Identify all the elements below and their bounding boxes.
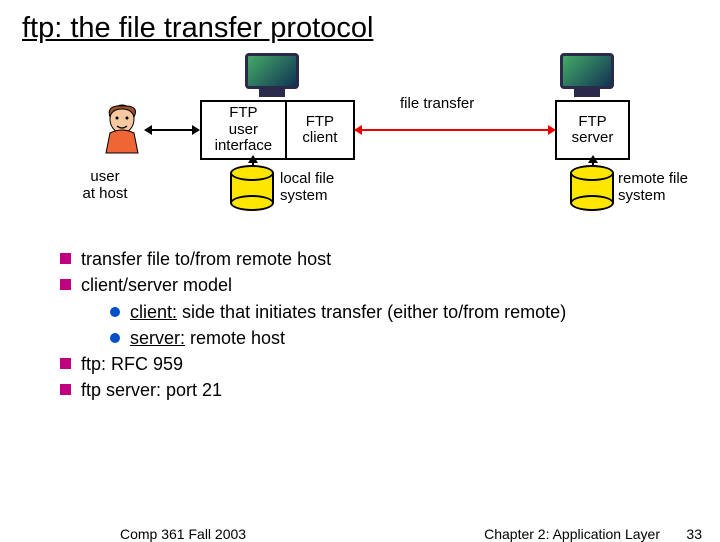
bullet-item: transfer file to/from remote host: [60, 247, 690, 271]
server-computer-icon: [560, 53, 614, 97]
bullet-list: transfer file to/from remote host client…: [0, 247, 720, 403]
local-fs-drum-icon: [230, 165, 274, 211]
sub-bullet-item: server: remote host: [110, 326, 690, 350]
ftp-diagram: FTP user interface FTP client file trans…: [0, 55, 720, 245]
remote-fs-drum-icon: [570, 165, 614, 211]
file-transfer-arrow: [360, 129, 550, 131]
user-person-icon: [100, 103, 148, 157]
client-computer-icon: [245, 53, 299, 97]
user-to-client-arrow: [150, 129, 194, 131]
sub-bullet-item: client: side that initiates transfer (ei…: [110, 300, 690, 324]
ftp-client-box: FTP client: [287, 102, 353, 158]
client-box: FTP user interface FTP client: [200, 100, 355, 160]
remote-fs-label: remote file system: [618, 171, 688, 204]
bullet-item: client/server model client: side that in…: [60, 273, 690, 350]
slide-title: ftp: the file transfer protocol: [0, 0, 720, 45]
ftp-user-interface-box: FTP user interface: [202, 102, 287, 158]
bullet-item: ftp server: port 21: [60, 378, 690, 402]
ftp-server-box: FTP server: [555, 100, 630, 160]
bullet-item: ftp: RFC 959: [60, 352, 690, 376]
user-at-host-label: user at host: [60, 169, 150, 202]
local-fs-label: local file system: [280, 171, 334, 204]
file-transfer-label: file transfer: [400, 95, 474, 112]
